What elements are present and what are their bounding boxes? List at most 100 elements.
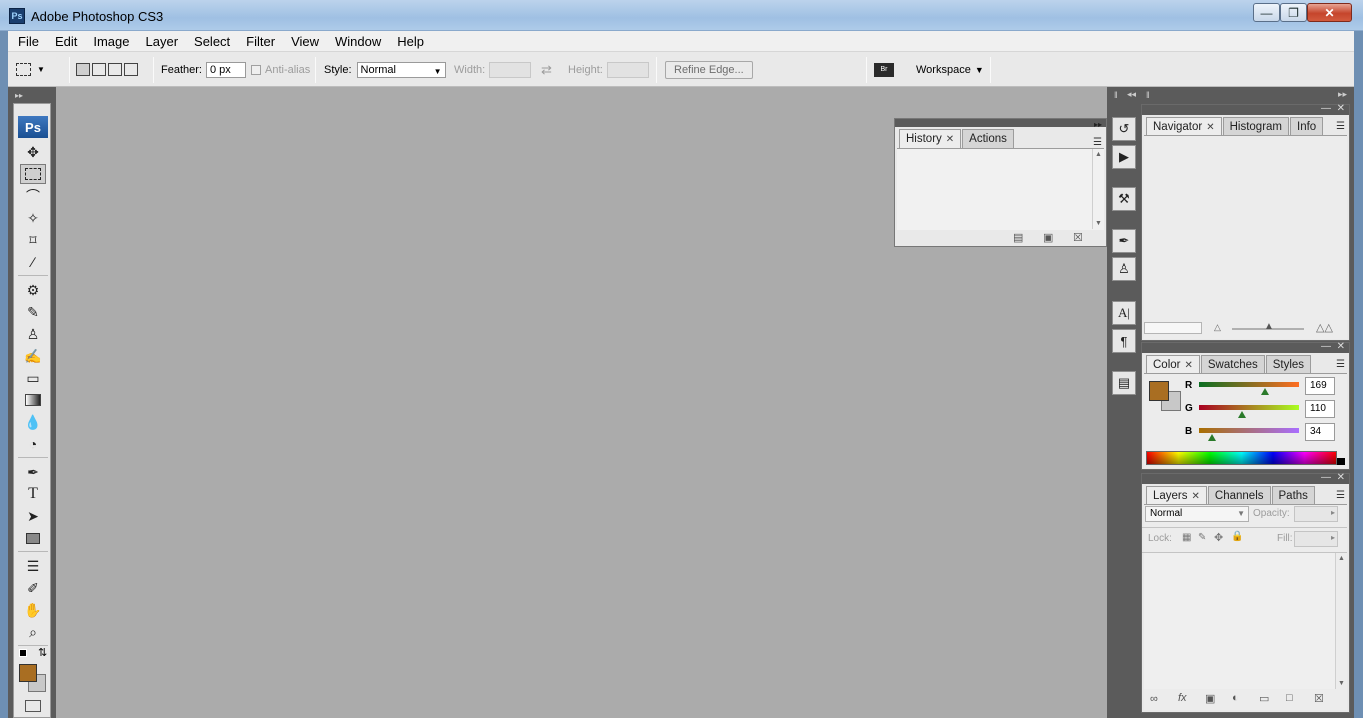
dock-collapse-icon[interactable]: ▸▸ [1338,89,1347,100]
lasso-tool-icon[interactable]: ⌒ [20,186,46,206]
magic-wand-tool-icon[interactable]: ✧ [20,208,46,228]
eraser-tool-icon[interactable]: ▭ [20,368,46,388]
menu-layer[interactable]: Layer [138,31,187,52]
history-panel-icon[interactable]: ↺ [1112,117,1136,141]
trash-icon[interactable]: ☒ [1314,692,1324,705]
color-spectrum-bar[interactable] [1146,451,1337,465]
history-scrollbar[interactable]: ▲ ▼ [1092,149,1104,229]
link-layers-icon[interactable]: ∞ [1150,693,1158,705]
intersect-selection-icon[interactable] [124,63,138,76]
zoom-tool-icon[interactable]: ⌕ [20,622,46,642]
panel-menu-icon[interactable]: ☰ [1336,359,1345,370]
history-brush-tool-icon[interactable]: ✍ [20,346,46,366]
close-button[interactable]: ✕ [1307,3,1352,22]
brush-tool-icon[interactable]: ✎ [20,302,46,322]
bridge-icon[interactable]: Br [874,62,894,77]
new-document-from-state-icon[interactable]: ▤ [1013,231,1023,244]
tool-presets-icon[interactable]: ⚒ [1112,187,1136,211]
blur-tool-icon[interactable]: 💧 [20,412,46,432]
menu-window[interactable]: Window [327,31,389,52]
subtract-from-selection-icon[interactable] [108,63,122,76]
black-swatch[interactable] [1337,458,1345,465]
new-selection-icon[interactable] [76,63,90,76]
gradient-tool-icon[interactable] [20,390,46,410]
rectangular-marquee-tool-icon[interactable] [20,164,46,184]
panel-menu-icon[interactable]: ☰ [1093,137,1102,148]
quick-mask-icon[interactable] [25,700,41,712]
trash-icon[interactable]: ☒ [1073,231,1083,244]
close-tab-icon[interactable]: ✕ [1184,360,1192,371]
refine-edge-button[interactable]: Refine Edge... [665,60,753,79]
panel-menu-icon[interactable]: ☰ [1336,121,1345,132]
new-layer-icon[interactable]: □ [1286,692,1293,704]
new-group-icon[interactable]: ▭ [1259,692,1269,705]
slice-tool-icon[interactable]: ∕ [20,252,46,272]
channel-b-thumb[interactable] [1208,434,1217,441]
tool-preset-picker[interactable]: ▼ [16,52,45,87]
layer-style-icon[interactable]: fx [1178,692,1187,704]
lock-position-icon[interactable]: ✥ [1214,531,1223,544]
menu-file[interactable]: File [10,31,47,52]
zoom-in-icon[interactable]: △△ [1316,321,1333,334]
panel-minimize-icon[interactable]: — [1321,103,1331,114]
add-mask-icon[interactable]: ▣ [1205,692,1215,705]
workspace-label[interactable]: Workspace [916,64,971,76]
tab-styles[interactable]: Styles [1265,355,1312,374]
channel-g-slider[interactable] [1199,405,1299,410]
panel-menu-icon[interactable]: ☰ [1336,490,1345,501]
swap-colors-icon[interactable]: ⇅ [38,646,47,659]
lock-image-icon[interactable]: ✎ [1198,532,1206,543]
menu-view[interactable]: View [283,31,327,52]
antialias-checkbox[interactable] [251,64,261,75]
lock-all-icon[interactable]: 🔒 [1231,531,1243,542]
foreground-color-swatch[interactable] [19,664,37,682]
healing-brush-tool-icon[interactable]: ⚙ [20,280,46,300]
layers-scrollbar[interactable]: ▲ ▼ [1335,553,1347,689]
lock-transparent-icon[interactable]: ▦ [1182,532,1191,543]
toolbox-collapse-icon[interactable]: ▸▸ [13,90,51,102]
crop-tool-icon[interactable]: ⌑ [20,230,46,250]
channel-g-value[interactable]: 110 [1305,400,1335,418]
zoom-input[interactable] [1144,322,1202,334]
tab-channels[interactable]: Channels [1207,486,1271,505]
channel-g-thumb[interactable] [1238,411,1247,418]
opacity-input[interactable]: ▸ [1294,506,1338,522]
actions-panel-icon[interactable]: ▶ [1112,145,1136,169]
channel-r-slider[interactable] [1199,382,1299,387]
eyedropper-tool-icon[interactable]: ✐ [20,578,46,598]
tab-color[interactable]: Color ✕ [1146,355,1200,374]
menu-help[interactable]: Help [389,31,432,52]
notes-tool-icon[interactable]: ☰ [20,556,46,576]
dock-expand-icon[interactable]: ◂◂ [1127,89,1136,100]
clone-stamp-tool-icon[interactable]: ♙ [20,324,46,344]
layer-comps-icon[interactable]: ▤ [1112,371,1136,395]
close-tab-icon[interactable]: ✕ [1206,122,1214,133]
panel-close-icon[interactable]: ✕ [1337,341,1345,352]
panel-collapse-icon[interactable]: ▸▸ [1094,120,1102,129]
width-input[interactable] [489,61,532,78]
channel-r-value[interactable]: 169 [1305,377,1335,395]
type-tool-icon[interactable]: T [20,484,46,504]
adjustment-layer-icon[interactable]: ◐ [1232,692,1239,704]
add-to-selection-icon[interactable] [92,63,106,76]
path-selection-tool-icon[interactable]: ➤ [20,506,46,526]
blend-mode-select[interactable]: Normal ▼ [1145,506,1249,522]
tab-actions[interactable]: Actions [962,129,1014,148]
tab-paths[interactable]: Paths [1271,486,1315,505]
menu-select[interactable]: Select [186,31,238,52]
panel-close-icon[interactable]: ✕ [1337,472,1345,483]
tab-info[interactable]: Info [1290,117,1324,136]
move-tool-icon[interactable]: ✥ [20,142,46,162]
zoom-out-icon[interactable]: △ [1214,322,1221,333]
tab-swatches[interactable]: Swatches [1200,355,1265,374]
maximize-button[interactable]: ❐ [1280,3,1307,22]
character-panel-icon[interactable]: A| [1112,301,1136,325]
swap-width-height-icon[interactable]: ⇄ [541,62,552,78]
close-tab-icon[interactable]: ✕ [946,134,954,145]
foreground-color-swatch[interactable] [1149,381,1169,401]
tab-layers[interactable]: Layers ✕ [1146,486,1207,505]
menu-edit[interactable]: Edit [47,31,85,52]
channel-b-value[interactable]: 34 [1305,423,1335,441]
menu-image[interactable]: Image [85,31,137,52]
tab-histogram[interactable]: Histogram [1222,117,1290,136]
